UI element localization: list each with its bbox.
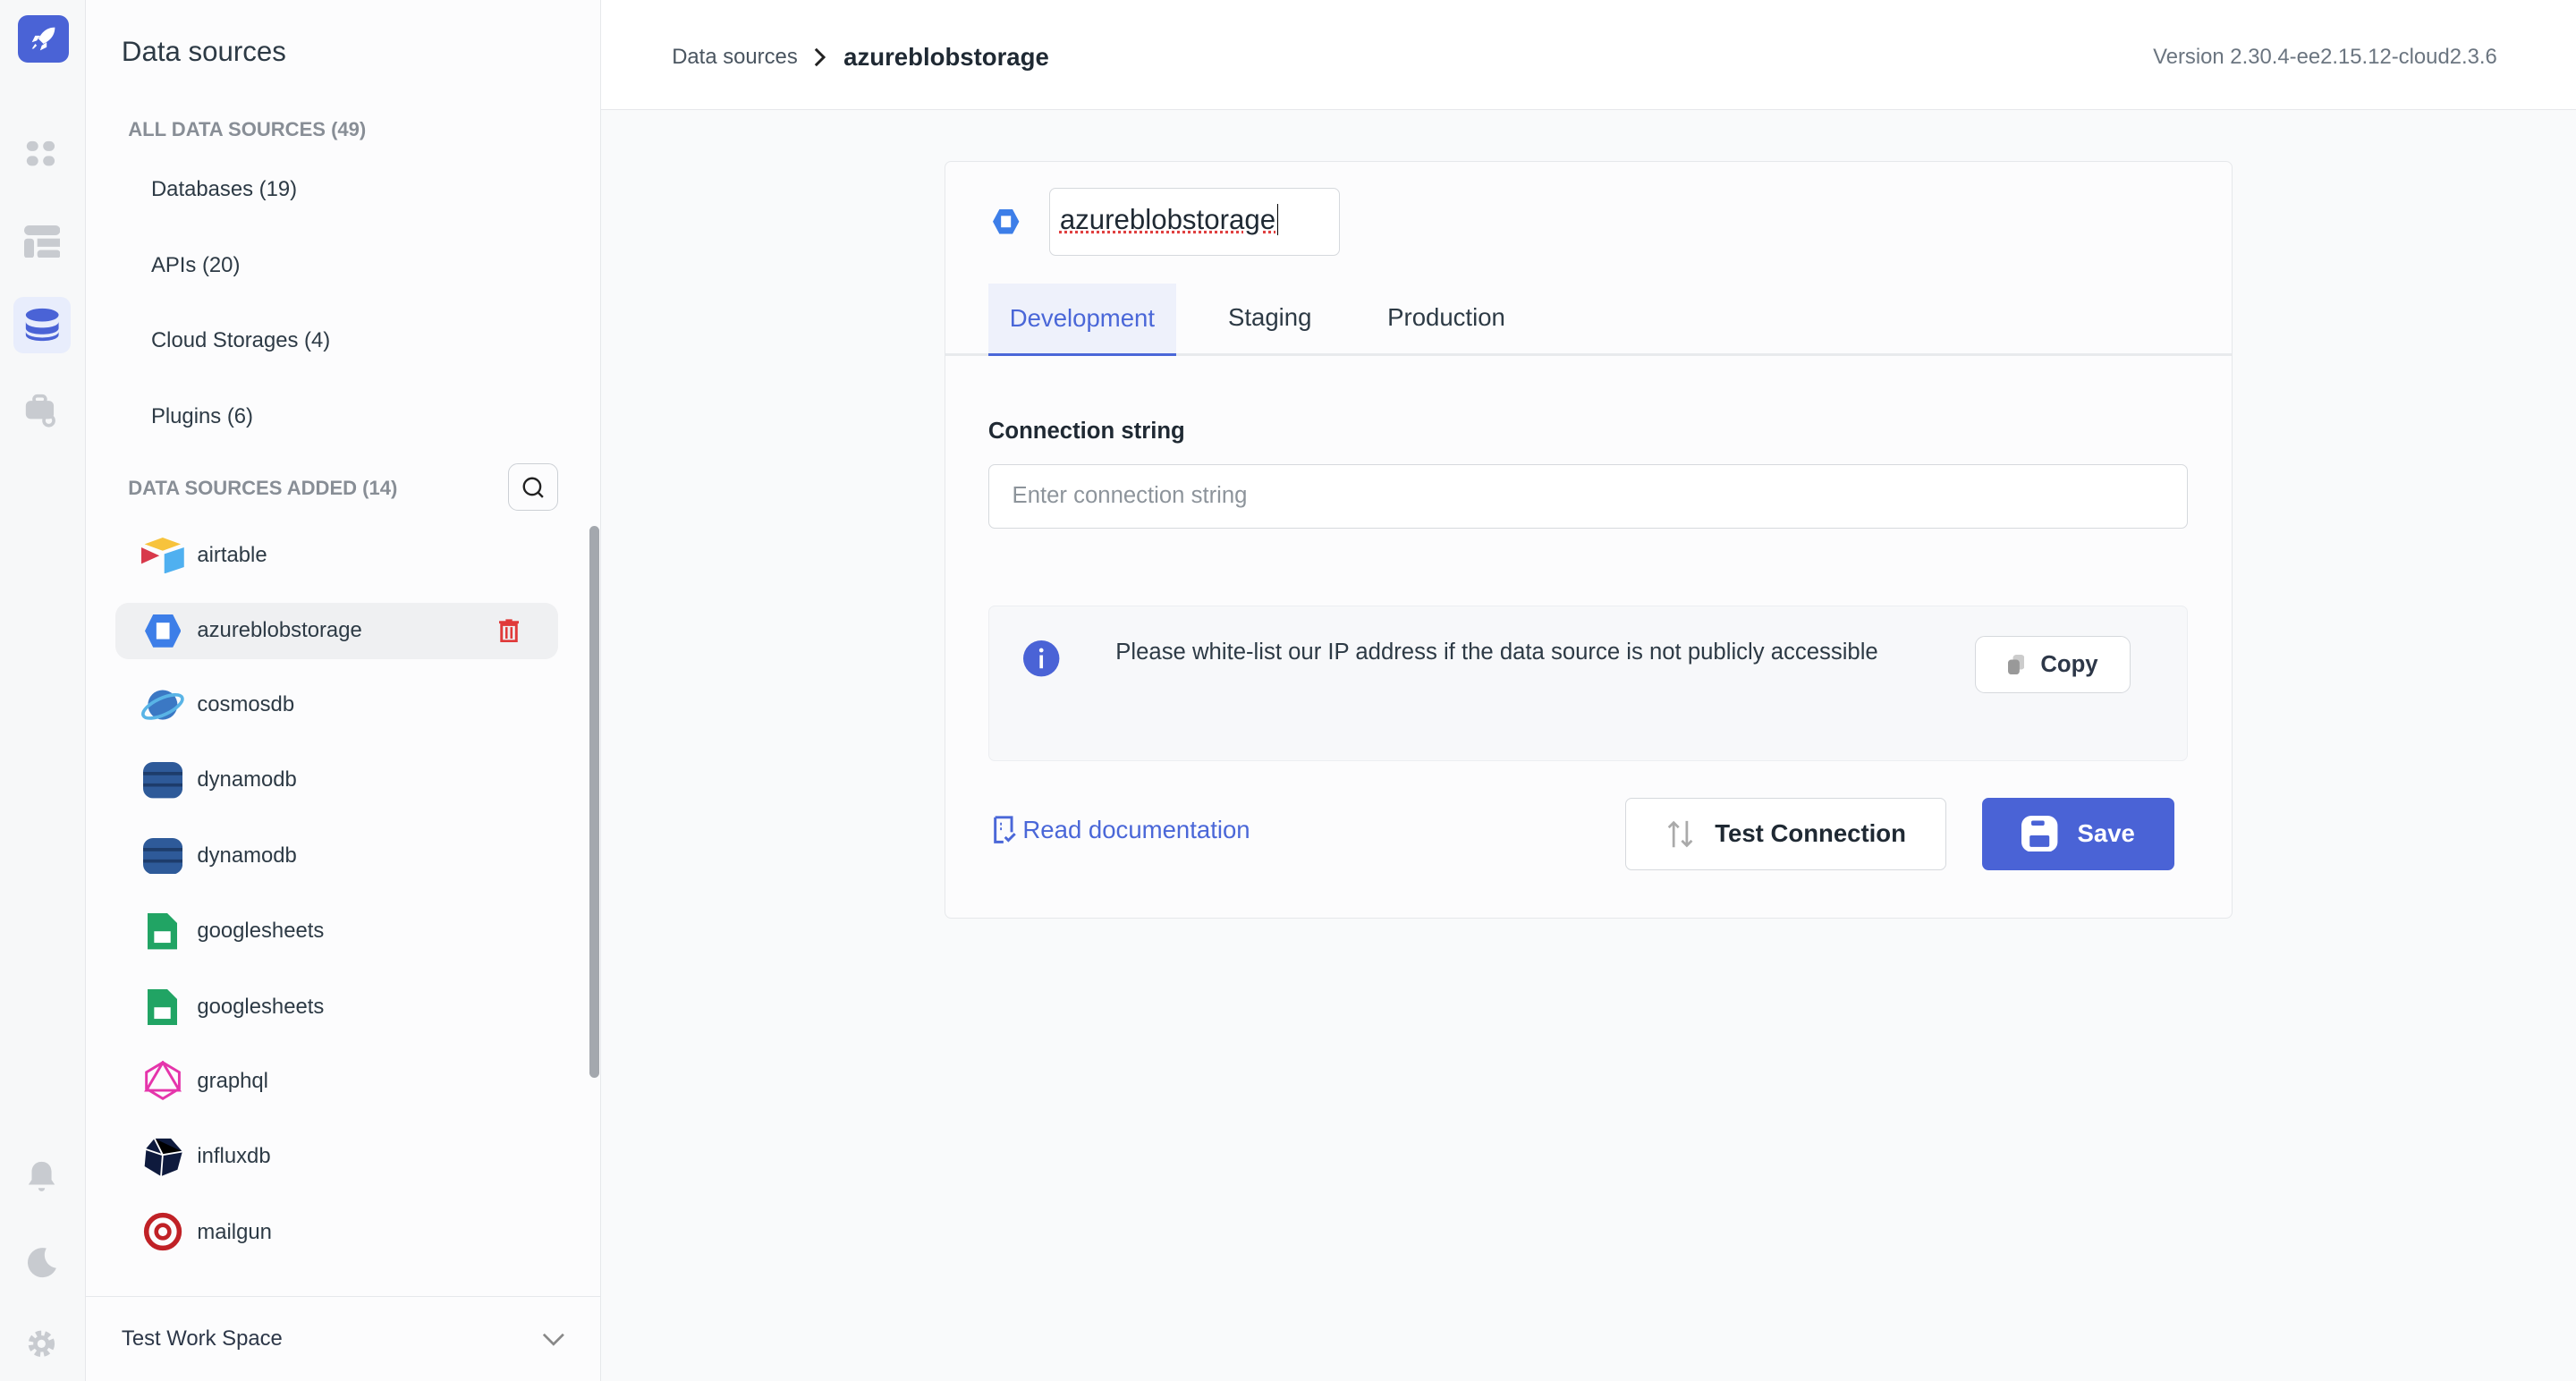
mailgun-logo-icon <box>141 1212 184 1251</box>
data-source-item-graphql[interactable]: graphql <box>115 1053 559 1108</box>
workspace-name: Test Work Space <box>122 1326 283 1351</box>
data-source-item-googlesheets[interactable]: googlesheets <box>115 903 559 959</box>
chevron-down-icon <box>542 1333 565 1346</box>
item-label: dynamodb <box>197 843 296 868</box>
ip-whitelist-notice: Please white-list our IP address if the … <box>988 606 2188 761</box>
item-label: googlesheets <box>197 919 324 944</box>
azure-blob-logo-icon <box>993 209 1019 241</box>
connection-string-input[interactable]: Enter connection string <box>988 464 2188 529</box>
connection-string-label: Connection string <box>988 419 1185 445</box>
data-sources-sidebar: Data sources ALL DATA SOURCES (49) Datab… <box>86 0 602 1381</box>
save-button[interactable]: Save <box>1982 798 2174 870</box>
save-floppy-icon <box>2021 816 2057 851</box>
category-databases[interactable]: Databases (19) <box>151 177 297 202</box>
category-cloud-storages[interactable]: Cloud Storages (4) <box>151 328 330 353</box>
dynamodb-logo-icon <box>141 760 184 800</box>
version-label: Version 2.30.4-ee2.15.12-cloud2.3.6 <box>2153 45 2497 70</box>
database-icon[interactable] <box>13 297 71 352</box>
googlesheets-logo-icon <box>141 987 184 1027</box>
read-docs-label: Read documentation <box>1022 816 1250 844</box>
item-label: airtable <box>197 543 267 568</box>
item-label: dynamodb <box>197 767 296 792</box>
arrows-up-down-icon <box>1665 819 1695 849</box>
category-plugins[interactable]: Plugins (6) <box>151 404 253 429</box>
tab-development[interactable]: Development <box>988 284 1176 356</box>
data-source-item-dynamodb[interactable]: dynamodb <box>115 828 559 884</box>
breadcrumb-current: azureblobstorage <box>843 43 1049 72</box>
datasource-name-input[interactable]: azureblobstorage <box>1049 188 1340 255</box>
info-icon <box>1023 640 1059 683</box>
item-label: googlesheets <box>197 995 324 1020</box>
item-label: mailgun <box>197 1220 272 1245</box>
data-source-item-mailgun[interactable]: mailgun <box>115 1204 559 1259</box>
item-label: cosmosdb <box>197 692 294 717</box>
bell-icon[interactable] <box>13 1148 71 1204</box>
environment-tabs: Development Staging Production <box>945 284 2232 356</box>
category-apis[interactable]: APIs (20) <box>151 253 240 278</box>
copy-label: Copy <box>2040 652 2097 678</box>
apps-icon[interactable] <box>13 126 71 182</box>
data-source-item-cosmosdb[interactable]: cosmosdb <box>115 677 559 733</box>
datasource-config-card: azureblobstorage Development Staging Pro… <box>945 161 2233 919</box>
read-documentation-link[interactable]: Read documentation <box>992 816 1250 844</box>
data-source-item-influxdb[interactable]: influxdb <box>115 1129 559 1184</box>
breadcrumb: Data sources azureblobstorage <box>672 43 1049 72</box>
logo-rocket-icon[interactable] <box>18 15 69 63</box>
sidebar-title: Data sources <box>122 36 286 68</box>
sidebar-scrollbar[interactable] <box>589 526 599 1078</box>
settings-gear-icon[interactable] <box>13 1316 71 1371</box>
breadcrumb-root[interactable]: Data sources <box>672 45 798 70</box>
workspace-selector[interactable]: Test Work Space <box>86 1296 602 1381</box>
item-label: azureblobstorage <box>197 618 361 643</box>
item-label: graphql <box>197 1069 268 1094</box>
tab-production[interactable]: Production <box>1366 284 1526 352</box>
graphql-logo-icon <box>141 1061 184 1100</box>
delete-trash-icon[interactable] <box>499 619 519 648</box>
icon-rail <box>0 0 86 1381</box>
data-source-item-airtable[interactable]: airtable <box>115 528 559 583</box>
dynamodb-logo-icon <box>141 836 184 876</box>
search-icon <box>521 476 545 499</box>
influxdb-logo-icon <box>141 1137 184 1176</box>
all-data-sources-header: ALL DATA SOURCES (49) <box>128 118 366 141</box>
chevron-right-icon <box>814 47 827 67</box>
name-value: azureblobstorage <box>1060 204 1275 235</box>
tab-staging[interactable]: Staging <box>1207 284 1333 352</box>
cosmosdb-logo-icon <box>141 685 184 724</box>
airtable-logo-icon <box>141 536 184 575</box>
test-connection-label: Test Connection <box>1715 819 1906 848</box>
data-source-item-dynamodb[interactable]: dynamodb <box>115 752 559 808</box>
document-icon <box>992 816 1017 843</box>
data-sources-added-header: DATA SOURCES ADDED (14) <box>128 477 397 500</box>
googlesheets-logo-icon <box>141 911 184 951</box>
table-icon[interactable] <box>13 214 71 269</box>
item-label: influxdb <box>197 1144 270 1169</box>
copy-icon <box>2008 655 2024 674</box>
workflows-icon[interactable] <box>13 383 71 438</box>
header-bar: Data sources azureblobstorage Version 2.3… <box>601 0 2576 110</box>
azure-blob-logo-icon <box>141 611 184 650</box>
data-source-item-googlesheets[interactable]: googlesheets <box>115 979 559 1035</box>
dark-mode-moon-icon[interactable] <box>13 1233 71 1289</box>
test-connection-button[interactable]: Test Connection <box>1625 798 1945 870</box>
data-source-item-azureblobstorage[interactable]: azureblobstorage <box>115 603 559 658</box>
save-label: Save <box>2078 819 2135 848</box>
notice-text: Please white-list our IP address if the … <box>1115 634 1887 670</box>
copy-button[interactable]: Copy <box>1975 636 2131 693</box>
search-button[interactable] <box>508 463 559 511</box>
